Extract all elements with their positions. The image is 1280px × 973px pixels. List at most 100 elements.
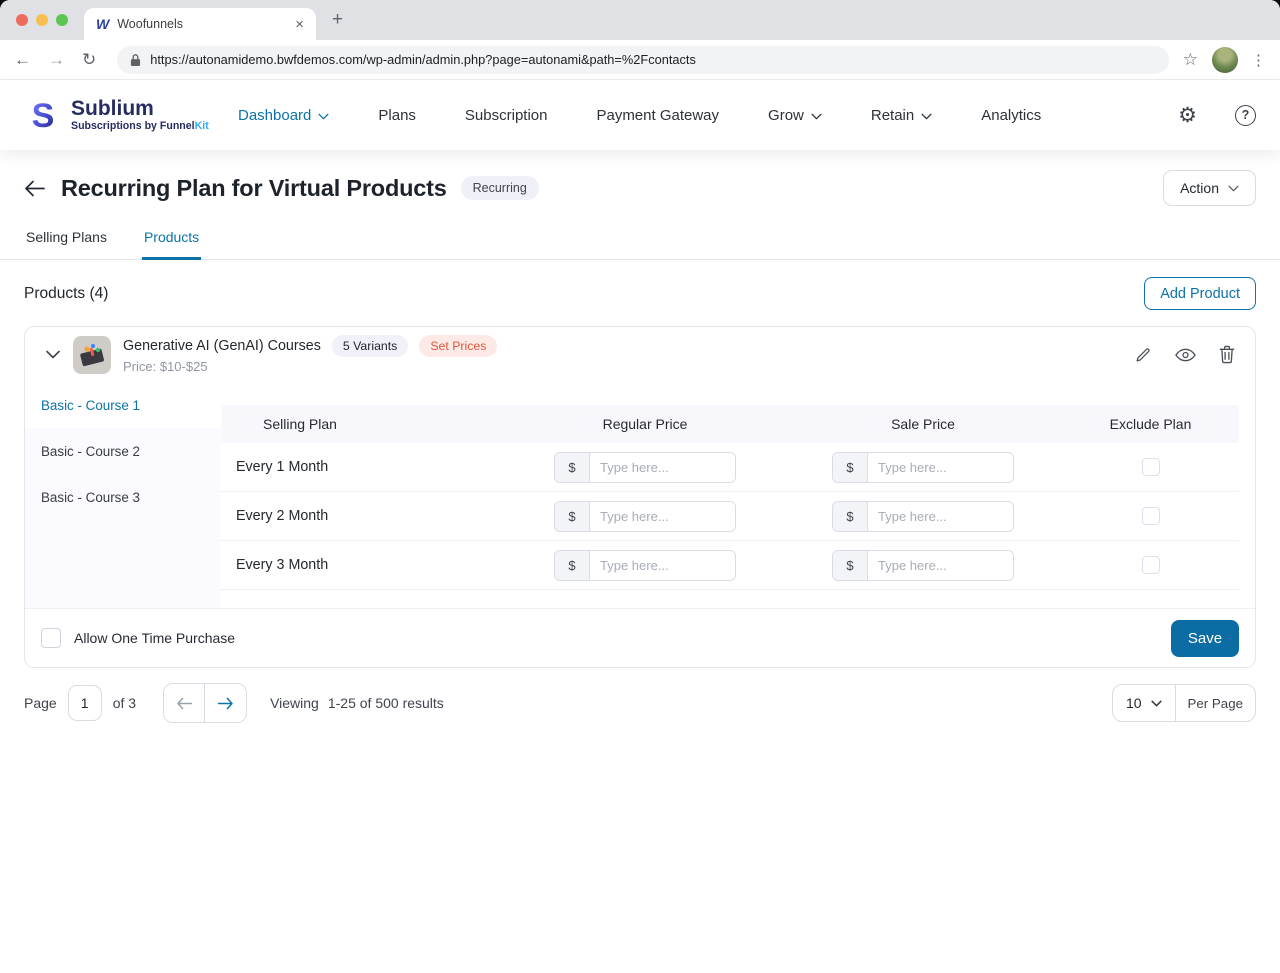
products-section-header: Products (4) Add Product	[0, 260, 1280, 320]
browser-menu-icon[interactable]: ⋮	[1251, 51, 1266, 69]
settings-gear-icon[interactable]: ⚙	[1178, 103, 1197, 128]
nav-item-grow[interactable]: Grow	[768, 107, 822, 124]
page-title: Recurring Plan for Virtual Products	[61, 175, 447, 202]
browser-tab[interactable]: W Woofunnels ×	[84, 8, 316, 40]
nav-item-dashboard[interactable]: Dashboard	[238, 107, 329, 124]
currency-prefix: $	[555, 453, 590, 482]
allow-one-time-purchase-checkbox[interactable]	[41, 628, 61, 648]
currency-prefix: $	[833, 502, 868, 531]
close-tab-icon[interactable]: ×	[295, 16, 304, 33]
table-row: Every 3 Month $ $	[221, 541, 1239, 590]
next-page-arrow-icon[interactable]	[205, 684, 246, 722]
page-title-row: Recurring Plan for Virtual Products Recu…	[0, 150, 1280, 214]
back-arrow-icon[interactable]	[24, 180, 45, 197]
allow-one-time-purchase-label: Allow One Time Purchase	[74, 630, 235, 646]
help-icon[interactable]: ?	[1235, 105, 1256, 126]
regular-price-input[interactable]	[590, 502, 735, 531]
chevron-down-icon	[921, 107, 932, 124]
selling-plan-label: Every 2 Month	[221, 508, 506, 524]
chevron-down-icon	[811, 107, 822, 124]
collapse-chevron-icon[interactable]	[39, 350, 67, 359]
per-page-label: Per Page	[1176, 685, 1255, 721]
variant-item-course-2[interactable]: Basic - Course 2	[25, 428, 221, 474]
tabs: Selling Plans Products	[0, 218, 1280, 260]
table-row: Every 2 Month $ $	[221, 492, 1239, 541]
sale-price-input-group: $	[832, 452, 1014, 483]
product-thumbnail	[73, 336, 111, 374]
regular-price-input[interactable]	[590, 551, 735, 580]
col-exclude-plan: Exclude Plan	[1062, 416, 1239, 432]
tab-selling-plans[interactable]: Selling Plans	[24, 218, 109, 259]
sublium-logo-icon: S	[24, 96, 62, 134]
browser-tab-strip: W Woofunnels × +	[0, 0, 1280, 40]
logo-title: Sublium	[71, 98, 209, 120]
lock-icon	[130, 53, 141, 67]
sale-price-input[interactable]	[868, 453, 1013, 482]
bookmark-star-icon[interactable]: ☆	[1183, 50, 1198, 70]
col-sale-price: Sale Price	[784, 416, 1062, 432]
url-bar[interactable]: https://autonamidemo.bwfdemos.com/wp-adm…	[117, 46, 1169, 74]
maximize-window-button[interactable]	[56, 14, 68, 26]
exclude-plan-checkbox[interactable]	[1142, 458, 1160, 476]
nav-item-analytics[interactable]: Analytics	[981, 107, 1041, 124]
new-tab-button[interactable]: +	[332, 9, 343, 31]
nav-item-subscription[interactable]: Subscription	[465, 107, 548, 124]
close-window-button[interactable]	[16, 14, 28, 26]
add-product-button[interactable]: Add Product	[1144, 277, 1256, 310]
tab-products[interactable]: Products	[142, 218, 201, 260]
variant-item-course-1[interactable]: Basic - Course 1	[25, 382, 221, 428]
pagination: Page of 3 Viewing 1-25 of 500 results 10…	[24, 683, 1256, 723]
regular-price-input-group: $	[554, 501, 736, 532]
nav-item-plans[interactable]: Plans	[378, 107, 416, 124]
col-regular-price: Regular Price	[506, 416, 784, 432]
woofunnels-favicon-icon: W	[96, 16, 109, 32]
selling-plan-label: Every 3 Month	[221, 557, 506, 573]
regular-price-input-group: $	[554, 550, 736, 581]
chevron-down-icon	[318, 107, 329, 124]
exclude-plan-checkbox[interactable]	[1142, 507, 1160, 525]
browser-reload-icon[interactable]: ↻	[82, 50, 96, 70]
page-number-input[interactable]	[68, 685, 102, 721]
view-eye-icon[interactable]	[1175, 348, 1196, 362]
minimize-window-button[interactable]	[36, 14, 48, 26]
per-page-select[interactable]: 10	[1113, 685, 1176, 721]
main-nav: Dashboard Plans Subscription Payment Gat…	[238, 107, 1041, 124]
viewing-range: 1-25 of 500 results	[328, 695, 444, 711]
viewing-label: Viewing	[270, 695, 319, 711]
save-button[interactable]: Save	[1171, 620, 1239, 657]
sublium-logo[interactable]: S Sublium Subscriptions by FunnelKit	[24, 96, 209, 134]
variant-sidebar: Basic - Course 1 Basic - Course 2 Basic …	[25, 382, 221, 608]
sale-price-input-group: $	[832, 550, 1014, 581]
pricing-table-header: Selling Plan Regular Price Sale Price Ex…	[221, 405, 1239, 443]
pricing-table: Selling Plan Regular Price Sale Price Ex…	[221, 382, 1255, 608]
nav-item-payment-gateway[interactable]: Payment Gateway	[596, 107, 719, 124]
table-row: Every 1 Month $ $	[221, 443, 1239, 492]
currency-prefix: $	[555, 502, 590, 531]
product-name: Generative AI (GenAI) Courses	[123, 338, 321, 354]
page-of-label: of 3	[113, 695, 136, 711]
sale-price-input-group: $	[832, 501, 1014, 532]
set-prices-badge: Set Prices	[419, 335, 497, 357]
col-selling-plan: Selling Plan	[221, 416, 506, 432]
currency-prefix: $	[555, 551, 590, 580]
exclude-plan-checkbox[interactable]	[1142, 556, 1160, 574]
regular-price-input[interactable]	[590, 453, 735, 482]
browser-back-icon[interactable]: ←	[14, 50, 31, 70]
delete-trash-icon[interactable]	[1219, 345, 1235, 364]
url-text: https://autonamidemo.bwfdemos.com/wp-adm…	[150, 52, 696, 67]
prev-page-arrow-icon[interactable]	[164, 684, 205, 722]
browser-forward-icon[interactable]: →	[48, 50, 65, 70]
currency-prefix: $	[833, 551, 868, 580]
browser-profile-avatar[interactable]	[1212, 47, 1238, 73]
pagination-arrows	[163, 683, 247, 723]
chevron-down-icon	[1228, 185, 1239, 192]
sale-price-input[interactable]	[868, 551, 1013, 580]
action-button[interactable]: Action	[1163, 170, 1256, 206]
variant-item-course-3[interactable]: Basic - Course 3	[25, 474, 221, 520]
status-badge: Recurring	[461, 176, 539, 200]
regular-price-input-group: $	[554, 452, 736, 483]
sale-price-input[interactable]	[868, 502, 1013, 531]
nav-item-retain[interactable]: Retain	[871, 107, 932, 124]
variants-badge: 5 Variants	[332, 335, 408, 357]
edit-pencil-icon[interactable]	[1134, 346, 1152, 364]
